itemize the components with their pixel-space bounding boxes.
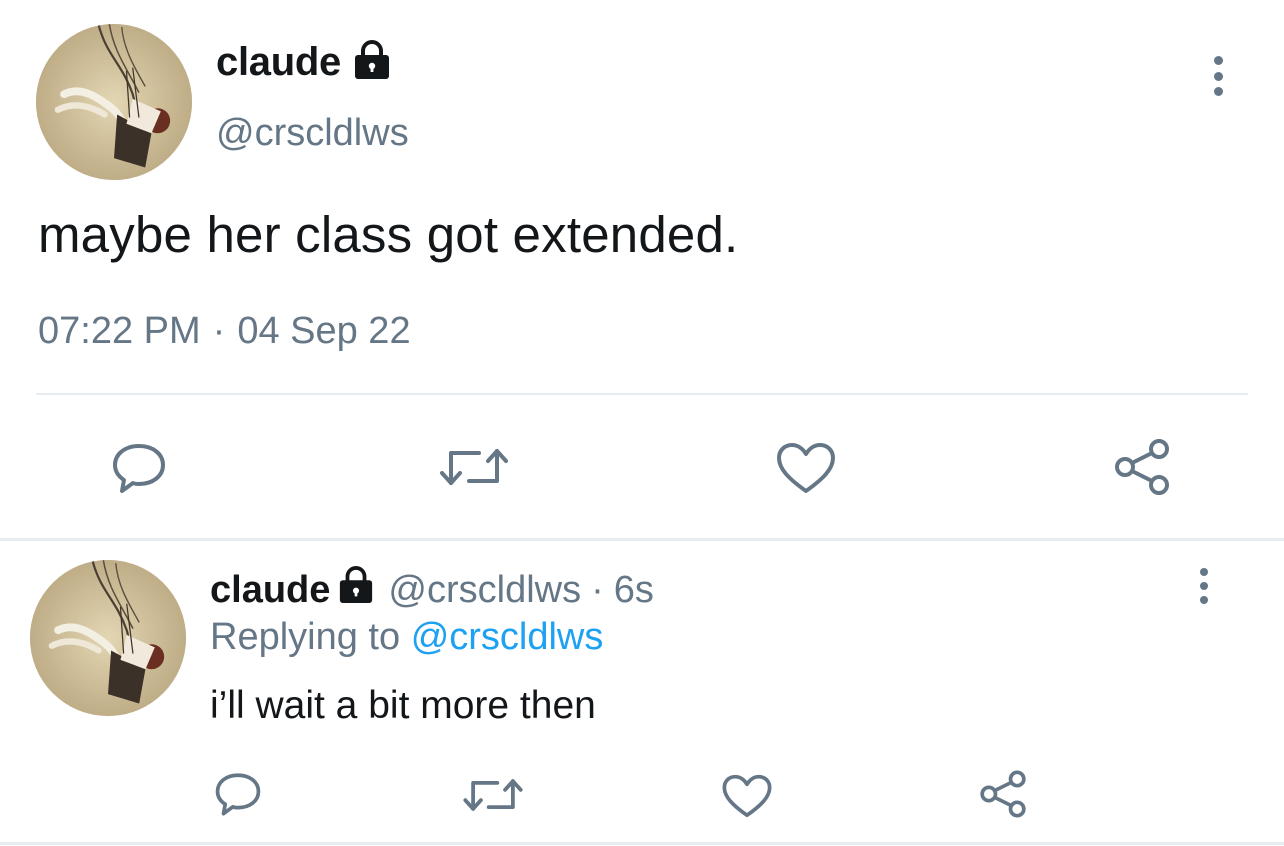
share-button[interactable] [976, 768, 1030, 820]
tweet-text: maybe her class got extended. [38, 206, 739, 263]
replying-prefix: Replying to [210, 616, 401, 658]
like-icon [777, 443, 835, 493]
reply-icon [215, 773, 261, 816]
divider [36, 393, 1248, 395]
retweet-button[interactable] [460, 774, 526, 816]
retweet-button[interactable] [436, 442, 512, 492]
reply-icon [113, 444, 165, 493]
meta-separator: · [212, 310, 226, 352]
tweet-timestamp: 07:22 PM · 04 Sep 22 [38, 310, 411, 353]
like-icon [722, 774, 772, 818]
reply-age: 6s [613, 568, 654, 611]
avatar-illustration [30, 560, 186, 716]
share-button[interactable] [1110, 436, 1174, 498]
tweet-time: 07:22 PM [38, 310, 201, 352]
retweet-icon [463, 779, 523, 811]
reply-avatar[interactable] [30, 560, 186, 716]
lock-icon [353, 40, 391, 85]
reply-author-handle[interactable]: @crscldlws [388, 569, 581, 612]
reply-button[interactable] [212, 770, 264, 818]
author-name-row: claude [216, 40, 391, 85]
meta-separator: · [591, 568, 604, 611]
replying-mention[interactable]: @crscldlws [411, 616, 604, 658]
thread-divider [0, 538, 1284, 541]
reply-author-name[interactable]: claude [210, 569, 330, 612]
bottom-divider [0, 842, 1284, 845]
share-icon [1115, 439, 1169, 495]
more-options-icon[interactable] [1196, 568, 1212, 604]
reply-header: claude @crscldlws · 6s [210, 566, 654, 614]
share-icon [980, 770, 1026, 818]
retweet-icon [440, 449, 508, 485]
author-name[interactable]: claude [216, 40, 341, 85]
like-button[interactable] [774, 440, 838, 496]
reply-button[interactable] [108, 440, 170, 496]
author-handle[interactable]: @crscldlws [216, 112, 409, 155]
more-options-icon[interactable] [1210, 56, 1226, 96]
like-button[interactable] [720, 772, 774, 820]
avatar[interactable] [36, 24, 192, 180]
replying-to: Replying to @crscldlws [210, 616, 603, 659]
avatar-illustration [36, 24, 192, 180]
lock-icon [338, 566, 374, 614]
reply-text: i’ll wait a bit more then [210, 684, 596, 727]
tweet-date: 04 Sep 22 [237, 310, 411, 352]
